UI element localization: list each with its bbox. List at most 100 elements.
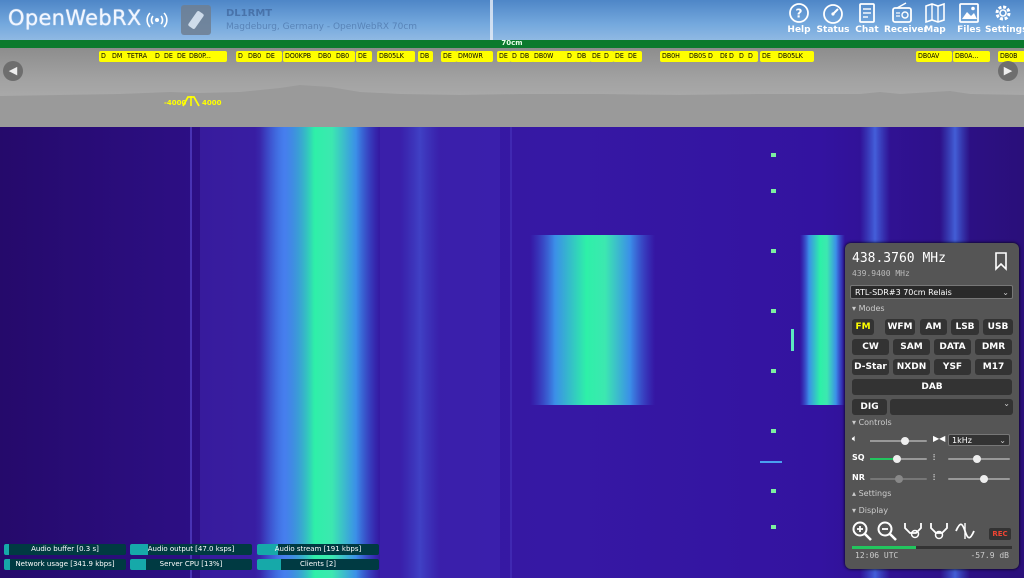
dig-button[interactable]: DIG bbox=[852, 399, 887, 415]
receiver-name: DL1RMT bbox=[226, 8, 273, 19]
zoom-to-tuned-icon[interactable] bbox=[902, 520, 924, 542]
mode-button-ysf[interactable]: YSF bbox=[934, 359, 971, 375]
bookmark-34[interactable]: D bbox=[746, 51, 758, 62]
bookmark-icon[interactable] bbox=[991, 251, 1011, 271]
squelch-knob[interactable] bbox=[893, 455, 902, 463]
mode-button-dmr[interactable]: DMR bbox=[975, 339, 1012, 355]
waterfall-min-slider[interactable] bbox=[948, 455, 1010, 463]
profile-select[interactable]: RTL-SDR#3 70cm Relais ⌄ bbox=[850, 285, 1013, 299]
waterfall-max-slider[interactable] bbox=[948, 475, 1010, 483]
bookmark-6[interactable]: DB0P... bbox=[187, 51, 227, 62]
display-section-header[interactable]: ▾ Display bbox=[852, 506, 888, 515]
modes-section-header[interactable]: ▾ Modes bbox=[852, 304, 885, 313]
spectrum-toggle-icon[interactable] bbox=[954, 520, 976, 542]
profile-label: RTL-SDR#3 70cm Relais bbox=[855, 288, 952, 297]
help-icon: ? bbox=[789, 3, 809, 23]
scroll-right-button[interactable]: ▶ bbox=[998, 61, 1018, 81]
bookmark-39[interactable]: DB0B bbox=[998, 51, 1024, 62]
bookmark-27[interactable]: DE bbox=[626, 51, 642, 62]
bookmark-2[interactable]: TETRA bbox=[125, 51, 155, 62]
bookmark-38[interactable]: DB0A... bbox=[953, 51, 990, 62]
bookmark-15[interactable]: DB bbox=[418, 51, 433, 62]
waterfall-min-knob[interactable] bbox=[973, 455, 981, 463]
receiver-button[interactable]: Receiver bbox=[884, 2, 928, 35]
bookmark-14[interactable]: DB05LK bbox=[377, 51, 415, 62]
map-icon bbox=[925, 2, 945, 24]
bookmark-23[interactable]: DB bbox=[575, 51, 591, 62]
mode-button-fm[interactable]: FM bbox=[852, 319, 874, 335]
frequency-display[interactable]: 438.3760 MHz bbox=[852, 251, 946, 266]
status-button[interactable]: Status bbox=[815, 2, 851, 35]
bookmark-21[interactable]: DB0W bbox=[532, 51, 567, 62]
bookmark-12[interactable]: DB0 bbox=[334, 51, 355, 62]
status-bar-fill bbox=[130, 559, 146, 570]
bookmark-9[interactable]: DE bbox=[264, 51, 282, 62]
scroll-left-button[interactable]: ◀ bbox=[3, 61, 23, 81]
waterfall-max-knob[interactable] bbox=[980, 475, 988, 483]
zoom-in-icon[interactable] bbox=[851, 520, 873, 542]
waterfall-colors-icon[interactable]: ⫶ bbox=[933, 453, 935, 463]
mode-button-am[interactable]: AM bbox=[920, 319, 947, 335]
status-bar-1: Audio output [47.0 ksps] bbox=[130, 544, 252, 555]
files-button[interactable]: Files bbox=[951, 2, 987, 35]
mode-button-wfm[interactable]: WFM bbox=[885, 319, 915, 335]
zoom-reset-icon[interactable] bbox=[928, 520, 950, 542]
bookmark-13[interactable]: DE bbox=[356, 51, 372, 62]
map-button[interactable]: Map bbox=[917, 2, 953, 35]
help-label: Help bbox=[787, 25, 811, 35]
signal-level-readout: -57.9 dB bbox=[970, 551, 1009, 560]
controls-label: Controls bbox=[858, 418, 892, 427]
signal-level-meter bbox=[852, 546, 1012, 549]
bookmark-17[interactable]: DM0WR bbox=[456, 51, 493, 62]
status-bar-0: Audio buffer [0.3 s] bbox=[4, 544, 126, 555]
settings-button[interactable]: Settings bbox=[985, 2, 1024, 35]
bookmark-10[interactable]: DO0KPB bbox=[283, 51, 319, 62]
mode-button-d-star[interactable]: D-Star bbox=[852, 359, 889, 375]
volume-icon[interactable]: 🔈︎ bbox=[852, 434, 857, 444]
mode-button-sam[interactable]: SAM bbox=[893, 339, 930, 355]
chevron-down-icon: ⌄ bbox=[1002, 288, 1009, 297]
volume-knob[interactable] bbox=[901, 437, 910, 445]
receiver-avatar[interactable] bbox=[181, 5, 211, 35]
digital-mode-select[interactable]: ⌄ bbox=[890, 399, 1013, 415]
status-bar-2: Audio stream [191 kbps] bbox=[257, 544, 379, 555]
openwebrx-logo[interactable]: OpenWebRX bbox=[8, 6, 142, 30]
bookmark-16[interactable]: DE bbox=[441, 51, 457, 62]
band-indicator[interactable]: 70cm bbox=[0, 39, 1024, 48]
squelch-slider[interactable] bbox=[870, 455, 927, 463]
audio-filter-icon[interactable]: ▶◀ bbox=[933, 434, 945, 443]
mode-button-usb[interactable]: USB bbox=[983, 319, 1013, 335]
bookmark-37[interactable]: DB0AV bbox=[916, 51, 952, 62]
passband-high-label: 4000 bbox=[202, 99, 222, 107]
mode-button-cw[interactable]: CW bbox=[852, 339, 889, 355]
utc-clock: 12:06 UTC bbox=[855, 551, 899, 560]
mode-button-data[interactable]: DATA bbox=[934, 339, 971, 355]
mode-button-dab[interactable]: DAB bbox=[852, 379, 1012, 395]
status-bar-label: Audio output [47.0 ksps] bbox=[147, 545, 235, 553]
settings-section-header[interactable]: ▴ Settings bbox=[852, 489, 891, 498]
nr-slider[interactable] bbox=[870, 475, 927, 483]
zoom-out-icon[interactable] bbox=[876, 520, 898, 542]
status-bar-fill bbox=[4, 544, 9, 555]
mode-button-nxdn[interactable]: NXDN bbox=[893, 359, 930, 375]
chat-button[interactable]: Chat bbox=[849, 2, 885, 35]
tuning-step-select[interactable]: 1kHz ⌄ bbox=[948, 434, 1010, 446]
bookmark-28[interactable]: DB0H bbox=[660, 51, 690, 62]
controls-section-header[interactable]: ▾ Controls bbox=[852, 418, 892, 427]
bookmark-18[interactable]: DE bbox=[497, 51, 511, 62]
passband-low-label: -4000 bbox=[164, 99, 187, 107]
squelch-button[interactable]: SQ bbox=[852, 453, 865, 462]
status-bar-fill bbox=[257, 559, 282, 570]
bookmark-36[interactable]: DB05LK bbox=[776, 51, 814, 62]
nr-knob[interactable] bbox=[894, 475, 903, 483]
chat-label: Chat bbox=[855, 25, 879, 35]
waterfall-auto-icon[interactable]: ⫶ bbox=[933, 473, 935, 483]
chevron-down-icon: ⌄ bbox=[1003, 399, 1010, 408]
mode-button-lsb[interactable]: LSB bbox=[951, 319, 979, 335]
help-button[interactable]: ? Help bbox=[781, 2, 817, 35]
record-button[interactable]: REC bbox=[989, 528, 1011, 540]
receiver-icon bbox=[892, 2, 912, 23]
noise-reduction-button[interactable]: NR bbox=[852, 473, 865, 482]
volume-slider[interactable] bbox=[870, 437, 927, 445]
mode-button-m17[interactable]: M17 bbox=[975, 359, 1012, 375]
